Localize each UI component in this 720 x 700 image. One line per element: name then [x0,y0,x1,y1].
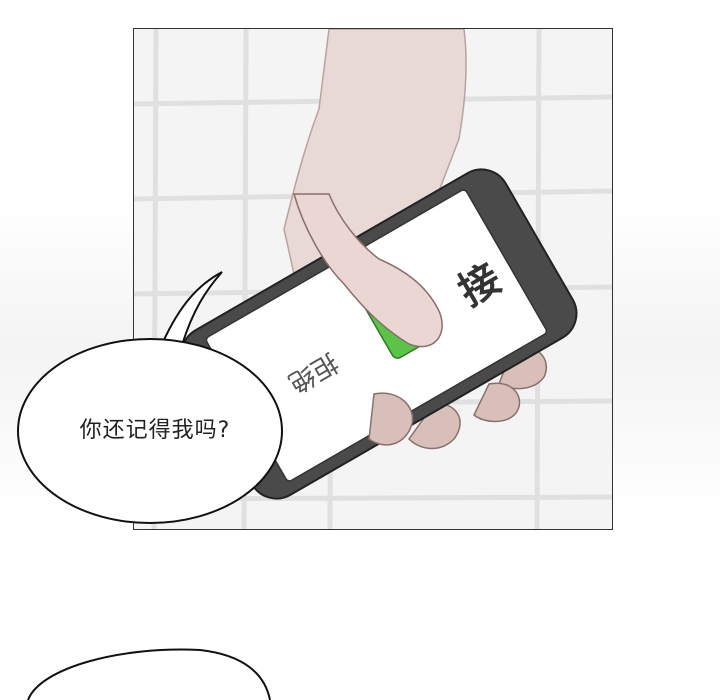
bubble-tail [161,271,223,347]
speech-bubbles [17,271,283,700]
speech-bubble-text: 你还记得我吗? [79,418,231,443]
bubble-next [27,648,271,700]
